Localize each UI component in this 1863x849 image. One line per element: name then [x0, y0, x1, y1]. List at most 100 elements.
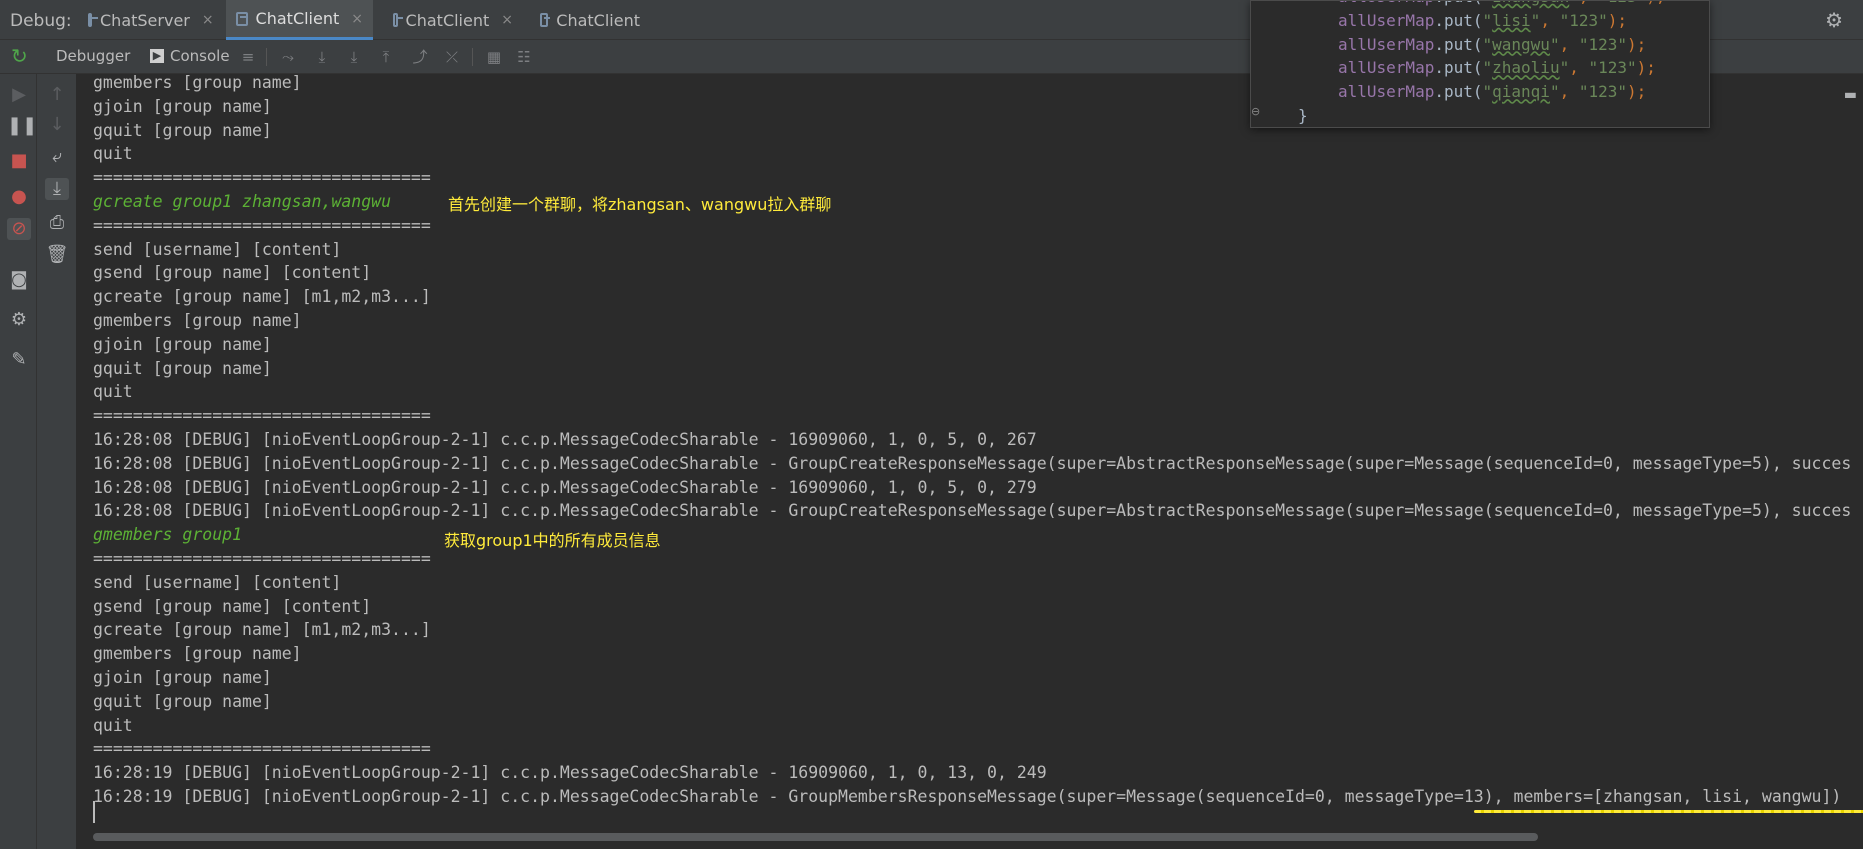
console-lines: gmembers [group name] gjoin [group name] g…	[93, 74, 1851, 809]
separator	[266, 48, 267, 66]
console-output-line: ==================================	[93, 548, 431, 568]
gear-icon[interactable]: ⚙	[1825, 8, 1843, 32]
code-end: );	[1627, 34, 1647, 54]
tab-console[interactable]: ▶ Console	[150, 47, 230, 65]
code-comma: ,	[1579, 1, 1598, 6]
console-output-line: ==================================	[93, 215, 431, 235]
code-field: allUserMap	[1338, 58, 1435, 78]
console-output-line: gjoin [group name]	[93, 334, 272, 354]
code-key: wangwu	[1492, 34, 1550, 54]
console-output[interactable]: gmembers [group name] gjoin [group name] g…	[77, 74, 1863, 839]
code-value: "123"	[1559, 10, 1608, 30]
code-quote: "	[1482, 82, 1493, 102]
console-output-line: gquit [group name]	[93, 691, 272, 711]
code-end: );	[1627, 82, 1647, 102]
code-quote: "	[1482, 34, 1493, 54]
close-icon[interactable]: ×	[501, 12, 513, 28]
console-output-line: gjoin [group name]	[93, 667, 272, 687]
debug-actions-gutter: ▶ ❚❚ ■ ● ⊘ ◙ ⚙ ✎	[0, 74, 37, 849]
scroll-to-end-icon[interactable]: ⤓	[45, 178, 69, 200]
console-output-line: quit	[93, 382, 133, 402]
console-input-line: gmembers group1	[93, 525, 243, 545]
trash-icon[interactable]: 🗑	[45, 244, 69, 266]
console-output-line: gcreate [group name] [m1,m2,m3...]	[93, 287, 431, 307]
code-key: qianqi	[1492, 82, 1550, 102]
tab-chatclient-2[interactable]: ChatClient ×	[383, 0, 523, 40]
trace-icon[interactable]: ☷	[516, 49, 532, 65]
console-input-line: gcreate group1 zhangsan,wangwu	[93, 191, 392, 211]
pin-icon[interactable]: ✎	[7, 349, 31, 371]
scrollbar-thumb[interactable]	[93, 833, 1538, 841]
up-arrow-icon[interactable]: ↑	[45, 84, 69, 106]
code-line: allUserMap.put("qianqi", "123");	[1251, 80, 1666, 104]
code-comma: ,	[1559, 34, 1579, 54]
run-config-icon	[88, 13, 98, 27]
code-field: allUserMap	[1338, 82, 1435, 102]
resume-icon[interactable]: ▶	[7, 84, 31, 106]
console-output-line: 16:28:08 [DEBUG] [nioEventLoopGroup-2-1]…	[93, 429, 1037, 449]
code-method: .put(	[1434, 58, 1483, 78]
code-quote: "	[1530, 10, 1541, 30]
code-closing-brace: }	[1298, 105, 1308, 125]
down-arrow-icon[interactable]: ↓	[45, 114, 69, 136]
view-breakpoints-icon[interactable]: ●	[7, 186, 31, 208]
step-out-icon[interactable]: ⤒	[378, 49, 394, 65]
tab-chatclient-active[interactable]: ChatClient ×	[226, 0, 373, 40]
menu-icon[interactable]: ≡	[240, 49, 256, 65]
code-value: "123"	[1588, 58, 1637, 78]
console-output-line: gcreate [group name] [m1,m2,m3...]	[93, 620, 431, 640]
evaluate-expression-icon[interactable]: ▦	[486, 49, 502, 65]
console-icon: ▶	[150, 49, 164, 63]
soft-wrap-icon[interactable]: ⤶	[45, 146, 69, 168]
run-config-icon	[393, 13, 403, 27]
console-output-line: 16:28:08 [DEBUG] [nioEventLoopGroup-2-1]…	[93, 453, 1852, 473]
console-output-line: quit	[93, 144, 133, 164]
step-into-icon[interactable]: ⤓	[346, 49, 362, 65]
tab-debugger[interactable]: Debugger	[56, 47, 130, 65]
console-tools-gutter: ↑ ↓ ⤶ ⤓ ⎙ 🗑	[37, 74, 77, 849]
code-lines: allUserMap.put("zhangsan", "123");allUse…	[1251, 1, 1666, 127]
pause-icon[interactable]: ❚❚	[7, 115, 37, 137]
run-config-icon	[540, 13, 551, 27]
code-field: allUserMap	[1338, 10, 1435, 30]
stop-icon[interactable]: ■	[7, 150, 31, 172]
tab-debugger-label: Debugger	[56, 47, 131, 65]
console-output-line: gquit [group name]	[93, 358, 272, 378]
close-icon[interactable]: ×	[202, 12, 214, 28]
settings-icon[interactable]: ⚙	[7, 309, 31, 331]
debug-label: Debug:	[10, 11, 72, 31]
mute-breakpoints-icon[interactable]: ⊘	[7, 218, 31, 240]
text-caret	[93, 801, 95, 823]
show-execution-point-icon[interactable]: ⤳	[280, 49, 296, 65]
camera-icon[interactable]: ◙	[7, 269, 31, 291]
horizontal-scrollbar[interactable]	[77, 832, 1863, 843]
code-comma: ,	[1569, 58, 1589, 78]
tab-chatserver[interactable]: ChatServer ×	[78, 0, 214, 40]
tab-label: ChatServer	[100, 10, 190, 30]
drop-frame-icon[interactable]: ⤫	[444, 49, 460, 65]
console-output-line: gsend [group name] [content]	[93, 263, 372, 283]
code-comma: ,	[1540, 10, 1560, 30]
code-line: allUserMap.put("zhaoliu", "123");	[1251, 56, 1666, 80]
run-to-cursor-icon[interactable]: ⤴	[412, 49, 428, 65]
console-output-line: 16:28:19 [DEBUG] [nioEventLoopGroup-2-1]…	[93, 763, 1047, 783]
code-preview-popup: allUserMap.put("zhangsan", "123");allUse…	[1250, 0, 1710, 128]
code-key: lisi	[1492, 10, 1531, 30]
fold-icon[interactable]: ⊖	[1251, 105, 1261, 119]
code-value: "123"	[1598, 1, 1646, 6]
tab-label: ChatClient	[556, 10, 640, 30]
code-quote: "	[1549, 82, 1560, 102]
code-method: .put(	[1434, 1, 1482, 6]
console-output-line: send [username] [content]	[93, 572, 342, 592]
tab-chatclient-3[interactable]: ChatClient	[530, 0, 650, 40]
run-config-icon	[236, 11, 248, 26]
rerun-icon[interactable]: ↻	[11, 46, 31, 66]
separator	[472, 48, 473, 66]
code-value: "123"	[1578, 82, 1628, 102]
tab-console-label: Console	[170, 47, 230, 65]
close-icon[interactable]: ×	[351, 11, 363, 27]
print-icon[interactable]: ⎙	[45, 212, 69, 234]
code-comma: ,	[1559, 82, 1579, 102]
step-over-icon[interactable]: ⤓	[314, 49, 330, 65]
code-method: .put(	[1434, 82, 1483, 102]
